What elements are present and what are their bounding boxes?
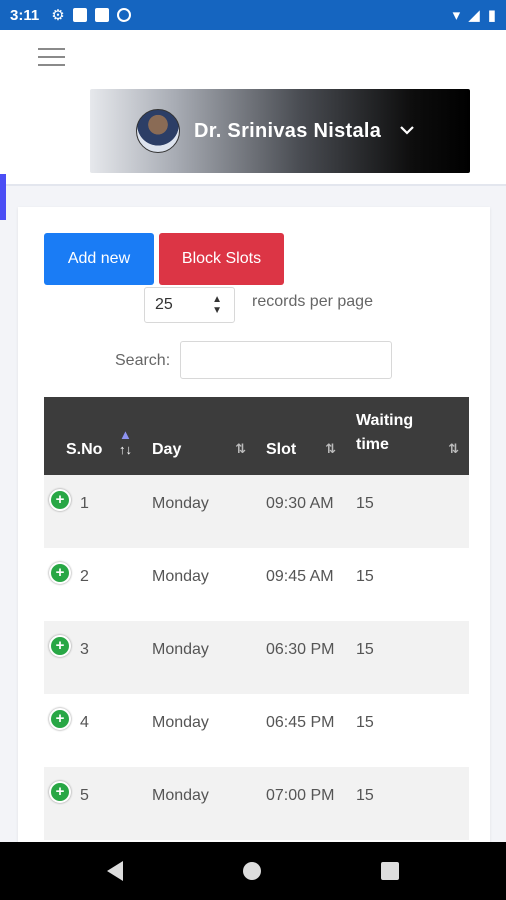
plus-icon[interactable]: + bbox=[49, 635, 71, 657]
sort-icon: ⇅ bbox=[325, 441, 336, 456]
search-input[interactable] bbox=[180, 341, 392, 379]
cell-waiting: 15 bbox=[356, 495, 374, 512]
battery-icon: ▮ bbox=[487, 7, 496, 24]
cell-sno: 1 bbox=[80, 495, 89, 512]
cell-sno: 4 bbox=[80, 714, 89, 731]
block-slots-button[interactable]: Block Slots bbox=[159, 233, 284, 285]
records-per-page-label: records per page bbox=[252, 293, 373, 310]
menu-icon[interactable] bbox=[38, 48, 65, 66]
cell-sno: 5 bbox=[80, 787, 89, 804]
doctor-profile-dropdown[interactable]: Dr. Srinivas Nistala bbox=[90, 89, 470, 173]
top-bar: Dr. Srinivas Nistala bbox=[0, 30, 506, 186]
search-label: Search: bbox=[115, 352, 171, 369]
header-sno[interactable]: S.No ▲ ↑↓ bbox=[44, 397, 142, 475]
plus-icon[interactable]: + bbox=[49, 781, 71, 803]
back-icon[interactable] bbox=[107, 861, 123, 881]
records-per-page-value: 25 bbox=[155, 296, 173, 313]
chevron-down-icon bbox=[399, 122, 415, 140]
header-slot[interactable]: Slot ⇅ bbox=[256, 397, 346, 475]
header-day[interactable]: Day ⇅ bbox=[142, 397, 256, 475]
cell-sno: 2 bbox=[80, 568, 89, 585]
cell-day: Monday bbox=[152, 495, 209, 512]
vpn-icon bbox=[116, 8, 131, 22]
cell-sno: 3 bbox=[80, 641, 89, 658]
sort-icon: ⇅ bbox=[448, 441, 459, 456]
doctor-name: Dr. Srinivas Nistala bbox=[194, 119, 382, 142]
table-row: +5 Monday 07:00 PM 15 bbox=[44, 767, 469, 840]
home-icon[interactable] bbox=[243, 862, 261, 880]
slots-table: S.No ▲ ↑↓ Day ⇅ Slot ⇅ Waiting time ⇅ + … bbox=[44, 397, 469, 840]
table-header-row: S.No ▲ ↑↓ Day ⇅ Slot ⇅ Waiting time ⇅ bbox=[44, 397, 469, 475]
cell-day: Monday bbox=[152, 641, 209, 658]
notification-icon bbox=[72, 8, 87, 22]
cell-day: Monday bbox=[152, 787, 209, 804]
recent-apps-icon[interactable] bbox=[381, 862, 399, 880]
status-bar: 3:11 ⚙ ▾ ◢ ▮ bbox=[0, 0, 506, 30]
wifi-icon: ▾ bbox=[452, 7, 461, 24]
plus-icon[interactable]: + bbox=[49, 562, 71, 584]
status-time: 3:11 bbox=[10, 6, 40, 24]
slots-card: Add new Block Slots 25 ▲ ▼ records per pa… bbox=[18, 207, 490, 843]
cell-slot: 06:45 PM bbox=[266, 714, 335, 731]
android-nav-bar bbox=[0, 842, 506, 900]
records-per-page-select[interactable]: 25 ▲ ▼ bbox=[144, 287, 235, 323]
header-waiting-time[interactable]: Waiting time ⇅ bbox=[346, 397, 469, 475]
sort-icon: ▲ ↑↓ bbox=[119, 427, 132, 457]
avatar bbox=[136, 109, 180, 153]
select-arrows-icon: ▲ ▼ bbox=[212, 294, 222, 316]
cell-slot: 09:30 AM bbox=[266, 495, 334, 512]
cell-day: Monday bbox=[152, 568, 209, 585]
signal-icon: ◢ bbox=[468, 7, 480, 24]
sort-icon: ⇅ bbox=[235, 441, 246, 456]
cell-slot: 09:45 AM bbox=[266, 568, 334, 585]
cell-waiting: 15 bbox=[356, 568, 374, 585]
cell-day: Monday bbox=[152, 714, 209, 731]
table-row: +3 Monday 06:30 PM 15 bbox=[44, 621, 469, 694]
table-row: +1 Monday 09:30 AM 15 bbox=[44, 475, 469, 548]
cell-waiting: 15 bbox=[356, 787, 374, 804]
plus-icon[interactable]: + bbox=[49, 489, 71, 511]
cell-slot: 06:30 PM bbox=[266, 641, 335, 658]
add-new-button[interactable]: Add new bbox=[44, 233, 154, 285]
side-accent bbox=[0, 174, 6, 220]
sd-card-icon bbox=[94, 8, 109, 22]
table-row: +4 Monday 06:45 PM 15 bbox=[44, 694, 469, 767]
cell-waiting: 15 bbox=[356, 641, 374, 658]
settings-icon: ⚙ bbox=[51, 7, 65, 24]
cell-waiting: 15 bbox=[356, 714, 374, 731]
table-row: +2 Monday 09:45 AM 15 bbox=[44, 548, 469, 621]
cell-slot: 07:00 PM bbox=[266, 787, 335, 804]
plus-icon[interactable]: + bbox=[49, 708, 71, 730]
